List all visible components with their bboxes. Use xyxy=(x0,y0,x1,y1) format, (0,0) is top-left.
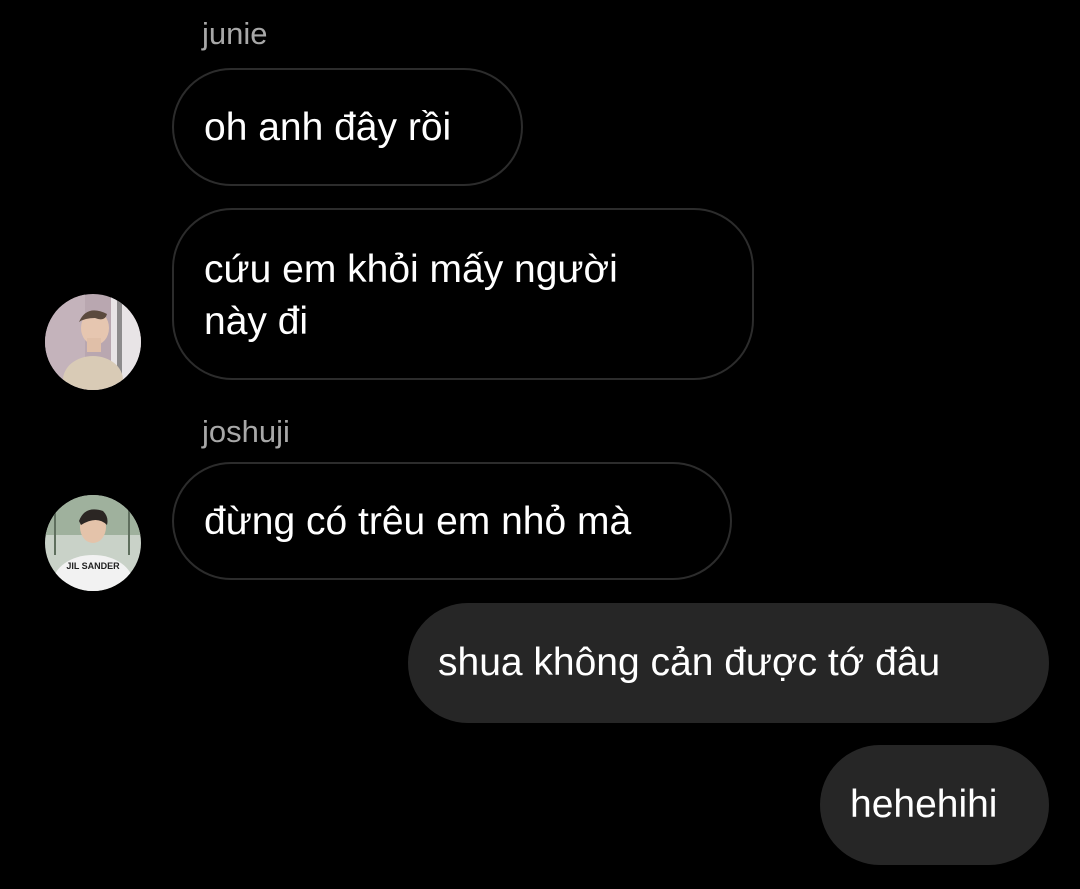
message-bubble-outgoing[interactable]: hehehihi xyxy=(820,745,1049,865)
message-text-line: cứu em khỏi mấy người xyxy=(204,248,618,291)
message-bubble-incoming[interactable]: đừng có trêu em nhỏ mà xyxy=(172,462,732,580)
message-thread: junie oh anh đây rồi cứu em khỏi mấy ngư… xyxy=(0,0,1080,889)
message-bubble-incoming[interactable]: cứu em khỏi mấy người này đi xyxy=(172,208,754,380)
sender-name: joshuji xyxy=(202,414,290,449)
profile-photo-icon: JIL SANDER xyxy=(45,495,141,591)
message-bubble-outgoing[interactable]: shua không cản được tớ đâu xyxy=(408,603,1049,723)
sender-name: junie xyxy=(202,16,268,51)
message-text: hehehihi xyxy=(850,783,998,826)
message-text: shua không cản được tớ đâu xyxy=(438,641,941,684)
avatar-joshuji[interactable]: JIL SANDER xyxy=(45,495,141,591)
message-text: oh anh đây rồi xyxy=(204,106,452,149)
message-text-line: này đi xyxy=(204,300,309,343)
profile-photo-icon xyxy=(45,294,141,390)
message-bubble-incoming[interactable]: oh anh đây rồi xyxy=(172,68,523,186)
message-text: đừng có trêu em nhỏ mà xyxy=(204,500,632,543)
avatar-junie[interactable] xyxy=(45,294,141,390)
shirt-text: JIL SANDER xyxy=(66,561,120,571)
